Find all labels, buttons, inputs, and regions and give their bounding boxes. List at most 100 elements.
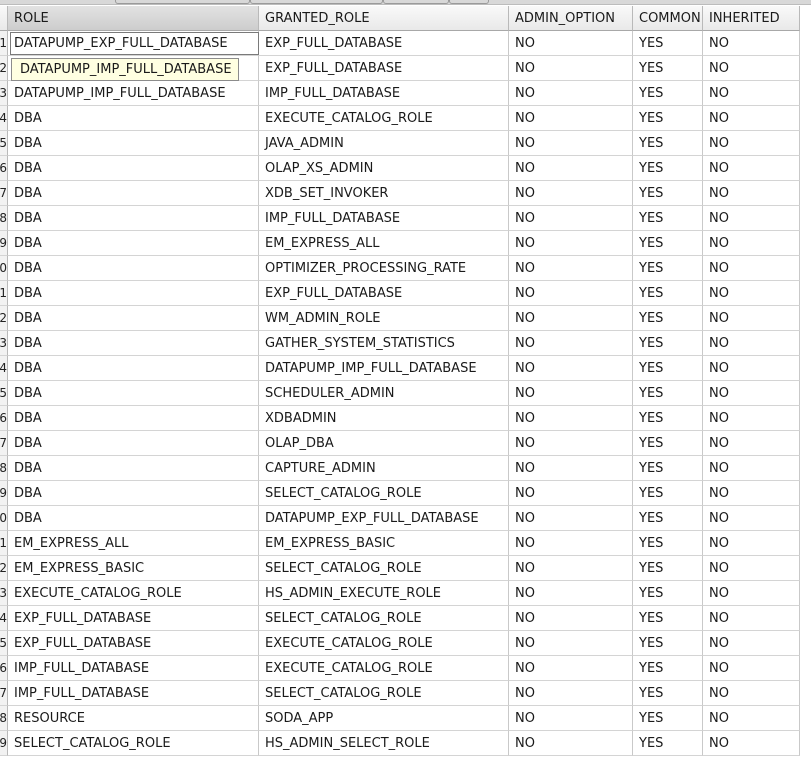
table-row[interactable]: 13DBAGATHER_SYSTEM_STATISTICSNOYESNO <box>0 331 811 356</box>
cell-common[interactable]: YES <box>633 631 703 656</box>
cell-role[interactable]: DATAPUMP_IMP_FULL_DATABASE <box>8 81 259 106</box>
cell-role[interactable]: DBA <box>8 131 259 156</box>
table-row[interactable]: 23EXECUTE_CATALOG_ROLEHS_ADMIN_EXECUTE_R… <box>0 581 811 606</box>
table-row[interactable]: 26IMP_FULL_DATABASEEXECUTE_CATALOG_ROLEN… <box>0 656 811 681</box>
cell-common[interactable]: YES <box>633 531 703 556</box>
cell-role[interactable]: EM_EXPRESS_ALL <box>8 531 259 556</box>
column-header-role[interactable]: ROLE <box>8 6 259 31</box>
cell-role[interactable]: DBA <box>8 206 259 231</box>
row-number[interactable]: 2 <box>0 56 8 81</box>
row-number[interactable]: 5 <box>0 131 8 156</box>
cell-inherited[interactable]: NO <box>703 406 800 431</box>
cell-role[interactable]: DBA <box>8 156 259 181</box>
cell-common[interactable]: YES <box>633 456 703 481</box>
cell-role[interactable]: EXECUTE_CATALOG_ROLE <box>8 581 259 606</box>
cell-inherited[interactable]: NO <box>703 631 800 656</box>
tab-edge[interactable] <box>250 0 383 4</box>
cell-inherited[interactable]: NO <box>703 431 800 456</box>
cell-admin-option[interactable]: NO <box>509 81 633 106</box>
cell-admin-option[interactable]: NO <box>509 706 633 731</box>
cell-common[interactable]: YES <box>633 581 703 606</box>
table-row[interactable]: 12DBAWM_ADMIN_ROLENOYESNO <box>0 306 811 331</box>
cell-role[interactable]: IMP_FULL_DATABASE <box>8 681 259 706</box>
cell-role[interactable]: DBA <box>8 356 259 381</box>
cell-role[interactable]: DATAPUMP_EXP_FULL_DATABASE <box>8 31 259 56</box>
table-row[interactable]: 3 DATAPUMP_IMP_FULL_DATABASE IMP_FULL_DATA… <box>0 81 811 106</box>
table-row[interactable]: 15DBASCHEDULER_ADMINNOYESNO <box>0 381 811 406</box>
cell-inherited[interactable]: NO <box>703 81 800 106</box>
row-number[interactable]: 22 <box>0 556 8 581</box>
cell-admin-option[interactable]: NO <box>509 456 633 481</box>
cell-inherited[interactable]: NO <box>703 381 800 406</box>
table-row[interactable]: 6 DBA OLAP_XS_ADMIN NO YES NO <box>0 156 811 181</box>
cell-inherited[interactable]: NO <box>703 306 800 331</box>
cell-granted-role[interactable]: DATAPUMP_EXP_FULL_DATABASE <box>259 506 509 531</box>
cell-inherited[interactable]: NO <box>703 556 800 581</box>
cell-role[interactable]: DBA <box>8 281 259 306</box>
table-row[interactable]: 8 DBA IMP_FULL_DATABASE NO YES NO <box>0 206 811 231</box>
row-number[interactable]: 26 <box>0 656 8 681</box>
cell-granted-role[interactable]: EXP_FULL_DATABASE <box>259 281 509 306</box>
cell-common[interactable]: YES <box>633 431 703 456</box>
tab-edge[interactable] <box>383 0 449 4</box>
cell-admin-option[interactable]: NO <box>509 56 633 81</box>
cell-admin-option[interactable]: NO <box>509 631 633 656</box>
table-row[interactable]: 17DBAOLAP_DBANOYESNO <box>0 431 811 456</box>
row-number-header[interactable] <box>0 6 8 31</box>
cell-admin-option[interactable]: NO <box>509 731 633 756</box>
cell-granted-role[interactable]: OPTIMIZER_PROCESSING_RATE <box>259 256 509 281</box>
table-row[interactable]: 4 DBA EXECUTE_CATALOG_ROLE NO YES NO <box>0 106 811 131</box>
cell-granted-role[interactable]: OLAP_XS_ADMIN <box>259 156 509 181</box>
cell-role[interactable]: DBA <box>8 331 259 356</box>
cell-granted-role[interactable]: WM_ADMIN_ROLE <box>259 306 509 331</box>
cell-common[interactable]: YES <box>633 506 703 531</box>
column-header-granted-role[interactable]: GRANTED_ROLE <box>259 6 509 31</box>
cell-admin-option[interactable]: NO <box>509 531 633 556</box>
cell-role[interactable]: EM_EXPRESS_BASIC <box>8 556 259 581</box>
row-number[interactable]: 16 <box>0 406 8 431</box>
cell-common[interactable]: YES <box>633 56 703 81</box>
row-number[interactable]: 21 <box>0 531 8 556</box>
cell-common[interactable]: YES <box>633 106 703 131</box>
table-row[interactable]: 16DBAXDBADMINNOYESNO <box>0 406 811 431</box>
cell-granted-role[interactable]: IMP_FULL_DATABASE <box>259 81 509 106</box>
row-number[interactable]: 25 <box>0 631 8 656</box>
cell-common[interactable]: YES <box>633 556 703 581</box>
row-number[interactable]: 13 <box>0 331 8 356</box>
cell-admin-option[interactable]: NO <box>509 381 633 406</box>
cell-common[interactable]: YES <box>633 156 703 181</box>
cell-common[interactable]: YES <box>633 681 703 706</box>
cell-granted-role[interactable]: IMP_FULL_DATABASE <box>259 206 509 231</box>
row-number[interactable]: 4 <box>0 106 8 131</box>
cell-common[interactable]: YES <box>633 606 703 631</box>
table-row[interactable]: 29SELECT_CATALOG_ROLEHS_ADMIN_SELECT_ROL… <box>0 731 811 756</box>
cell-inherited[interactable]: NO <box>703 681 800 706</box>
cell-admin-option[interactable]: NO <box>509 31 633 56</box>
cell-common[interactable]: YES <box>633 381 703 406</box>
row-number[interactable]: 1 <box>0 31 8 56</box>
cell-inherited[interactable]: NO <box>703 56 800 81</box>
cell-admin-option[interactable]: NO <box>509 331 633 356</box>
cell-role[interactable]: DBA <box>8 106 259 131</box>
cell-admin-option[interactable]: NO <box>509 481 633 506</box>
cell-role[interactable]: SELECT_CATALOG_ROLE <box>8 731 259 756</box>
cell-inherited[interactable]: NO <box>703 331 800 356</box>
cell-role[interactable]: DBA <box>8 306 259 331</box>
cell-inherited[interactable]: NO <box>703 256 800 281</box>
cell-granted-role[interactable]: EXP_FULL_DATABASE <box>259 56 509 81</box>
column-header-inherited[interactable]: INHERITED <box>703 6 800 31</box>
cell-inherited[interactable]: NO <box>703 481 800 506</box>
cell-common[interactable]: YES <box>633 231 703 256</box>
cell-common[interactable]: YES <box>633 481 703 506</box>
row-number[interactable]: 24 <box>0 606 8 631</box>
cell-inherited[interactable]: NO <box>703 531 800 556</box>
table-row[interactable]: 1 DATAPUMP_EXP_FULL_DATABASE EXP_FULL_DATA… <box>0 31 811 56</box>
cell-inherited[interactable]: NO <box>703 581 800 606</box>
cell-inherited[interactable]: NO <box>703 656 800 681</box>
cell-common[interactable]: YES <box>633 706 703 731</box>
cell-admin-option[interactable]: NO <box>509 306 633 331</box>
cell-role[interactable]: DBA <box>8 256 259 281</box>
cell-role[interactable]: DBA <box>8 481 259 506</box>
table-row[interactable]: 18DBACAPTURE_ADMINNOYESNO <box>0 456 811 481</box>
cell-common[interactable]: YES <box>633 406 703 431</box>
